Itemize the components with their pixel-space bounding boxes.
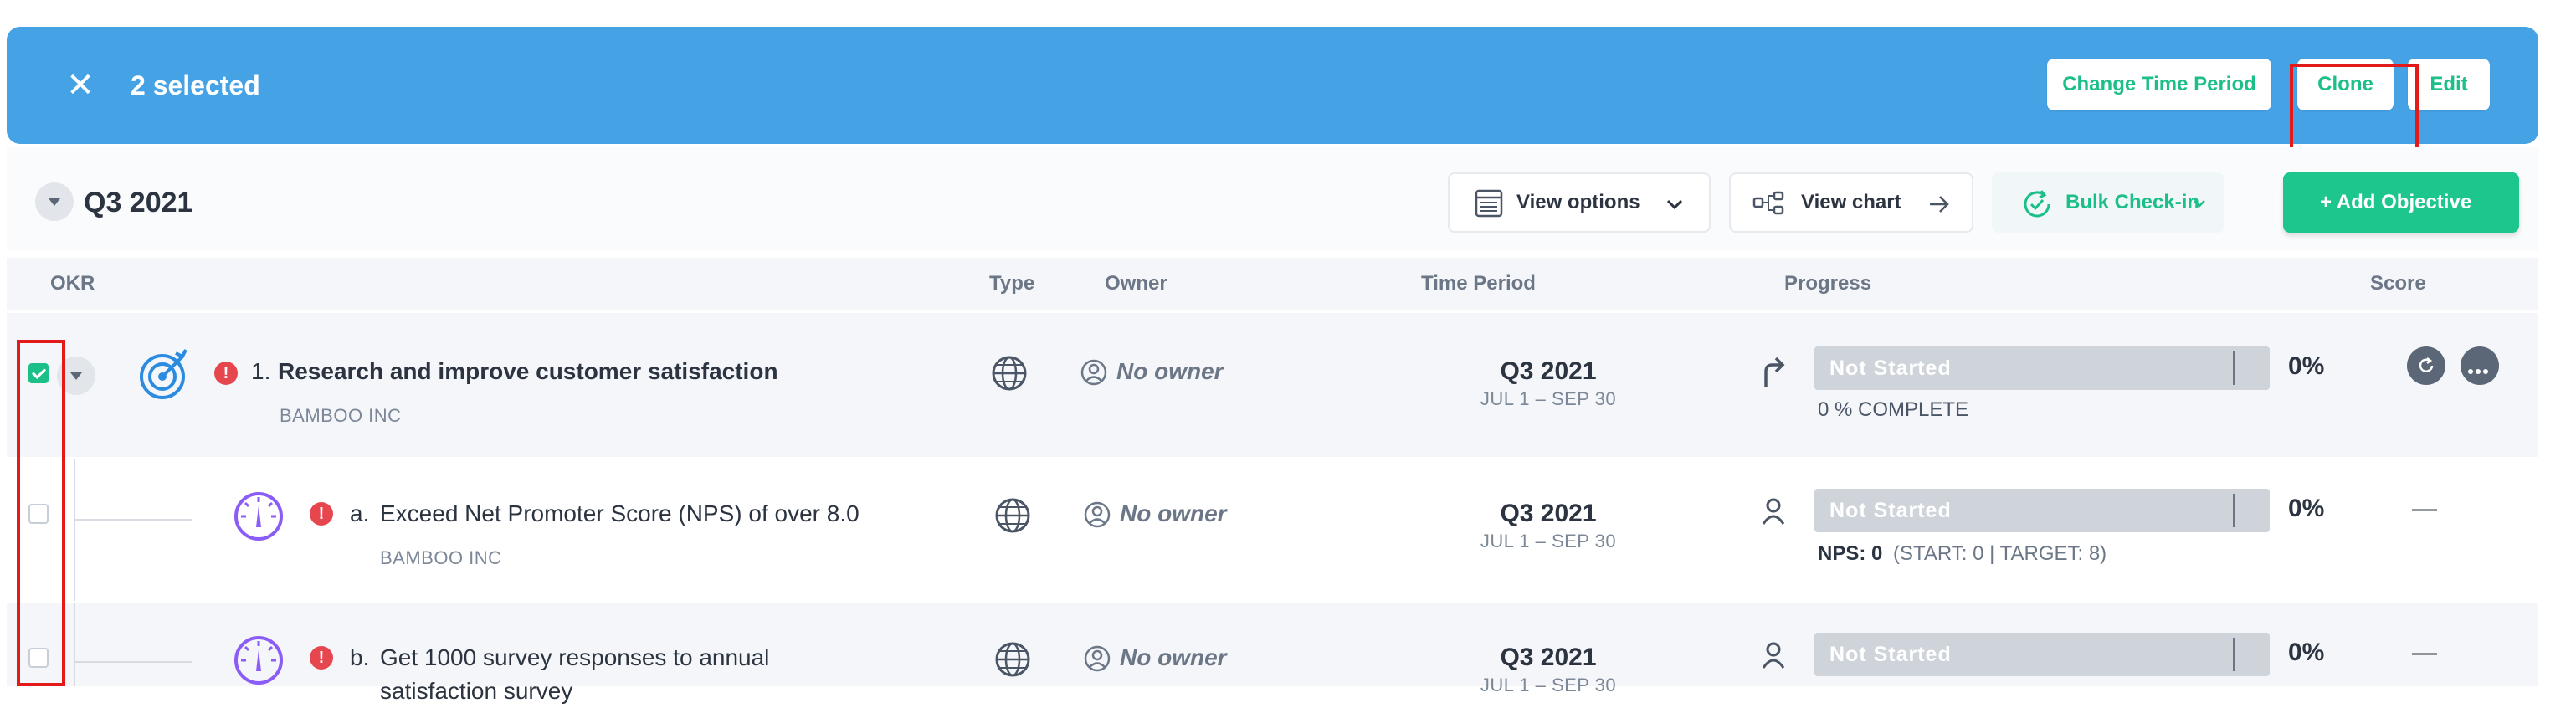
time-period: Q3 2021 [1500,357,1597,385]
arrow-right-icon [1930,196,1949,213]
time-period-range: JUL 1 – SEP 30 [1480,531,1617,552]
tree-connector [74,661,192,663]
selection-banner: ✕ 2 selected Change Time Period Clone Ed… [7,27,2538,171]
person-icon [1762,498,1785,525]
key-result-title-continued[interactable]: satisfaction survey [380,675,572,708]
caret-down-icon [70,372,82,380]
progress-bar: Not Started [1814,633,2270,676]
alert-icon: ! [214,362,238,385]
turn-right-arrow-icon [1764,357,1785,387]
person-icon [1762,642,1785,669]
header-time-period: Time Period [1421,272,1536,295]
chevron-down-icon [1666,199,1683,210]
list-icon [1475,189,1503,218]
header-okr: OKR [50,272,95,295]
score-refresh-button[interactable] [2407,346,2445,385]
owner-label[interactable]: No owner [1116,355,1224,388]
progress-bar: Not Started [1814,346,2270,390]
time-period: Q3 2021 [1500,644,1597,671]
user-icon [1084,645,1111,672]
check-in-icon [2024,190,2050,218]
period-title: Q3 2021 [84,187,193,218]
row-number: a. [350,500,370,526]
key-result-title[interactable]: Get 1000 survey responses to annual [380,641,769,675]
metric-detail: (START: 0 | TARGET: 8) [1893,542,2107,565]
progress-status: Not Started [1829,499,1952,522]
refresh-icon [2419,357,2434,372]
progress-status: Not Started [1829,357,1952,380]
progress-note: 0 % COMPLETE [1818,398,1969,421]
add-objective-button[interactable]: + Add Objective [2283,172,2519,233]
globe-icon [995,498,1030,533]
alert-icon: ! [310,502,333,526]
more-dots-icon [2468,363,2491,378]
close-icon[interactable]: ✕ [55,60,105,110]
add-objective-label: + Add Objective [2320,191,2472,213]
metric-value: NPS: 0 [1818,542,1883,565]
progress-target-tick [2233,638,2235,671]
table-row[interactable]: ! a. Exceed Net Promoter Score (NPS) of … [7,459,2538,601]
score-value: — [2412,495,2437,522]
time-period-range: JUL 1 – SEP 30 [1480,675,1617,695]
table-header: OKR Type Owner Time Period Progress Scor… [7,258,2538,310]
company-label: BAMBOO INC [380,547,502,568]
progress-percent: 0% [2288,495,2325,522]
row-number: b. [350,644,370,670]
owner-label[interactable]: No owner [1120,497,1227,531]
owner-label[interactable]: No owner [1120,641,1227,675]
change-time-period-button[interactable]: Change Time Period [2047,59,2271,110]
progress-target-tick [2233,351,2235,385]
globe-icon [992,356,1027,391]
globe-icon [995,642,1030,677]
user-icon [1080,359,1107,386]
more-options-button[interactable] [2461,346,2499,385]
progress-percent: 0% [2288,352,2325,380]
alert-icon: ! [310,646,333,670]
progress-percent: 0% [2288,639,2325,666]
tree-connector [74,603,75,686]
table-row[interactable]: ! 1. Research and improve customer satis… [7,313,2538,457]
key-result-title[interactable]: Exceed Net Promoter Score (NPS) of over … [380,497,860,531]
objective-title[interactable]: Research and improve customer satisfacti… [278,355,778,388]
header-score: Score [2370,272,2426,295]
period-collapse-toggle[interactable] [35,182,74,221]
edit-button[interactable]: Edit [2408,59,2490,110]
view-options-label: View options [1516,191,1640,213]
speedometer-icon [234,636,283,685]
progress-bar: Not Started [1814,489,2270,532]
company-label: BAMBOO INC [280,405,402,426]
bulk-check-in-button[interactable]: Bulk Check-in [1992,172,2224,233]
header-progress: Progress [1784,272,1872,295]
view-options-button[interactable]: View options [1448,172,1711,233]
view-chart-label: View chart [1801,191,1901,213]
header-owner: Owner [1105,272,1167,295]
progress-target-tick [2233,494,2235,527]
score-value: — [2412,639,2437,666]
time-period: Q3 2021 [1500,500,1597,527]
chart-nodes-icon [1752,191,1784,215]
speedometer-icon [234,492,283,541]
tree-connector [74,459,75,601]
time-period-range: JUL 1 – SEP 30 [1480,388,1617,409]
view-chart-button[interactable]: View chart [1729,172,1973,233]
checkbox-highlight-box [17,340,65,686]
caret-down-icon [49,198,60,206]
progress-status: Not Started [1829,643,1952,666]
table-row[interactable]: ! b. Get 1000 survey responses to annual… [7,603,2538,704]
row-number: 1. [251,358,271,384]
objective-target-icon [140,349,187,399]
user-icon [1084,501,1111,528]
header-type: Type [989,272,1035,295]
selected-count: 2 selected [131,70,260,100]
bulk-check-in-label: Bulk Check-in [2065,191,2200,213]
chevron-down-icon [2194,200,2205,208]
tree-connector [74,519,192,521]
